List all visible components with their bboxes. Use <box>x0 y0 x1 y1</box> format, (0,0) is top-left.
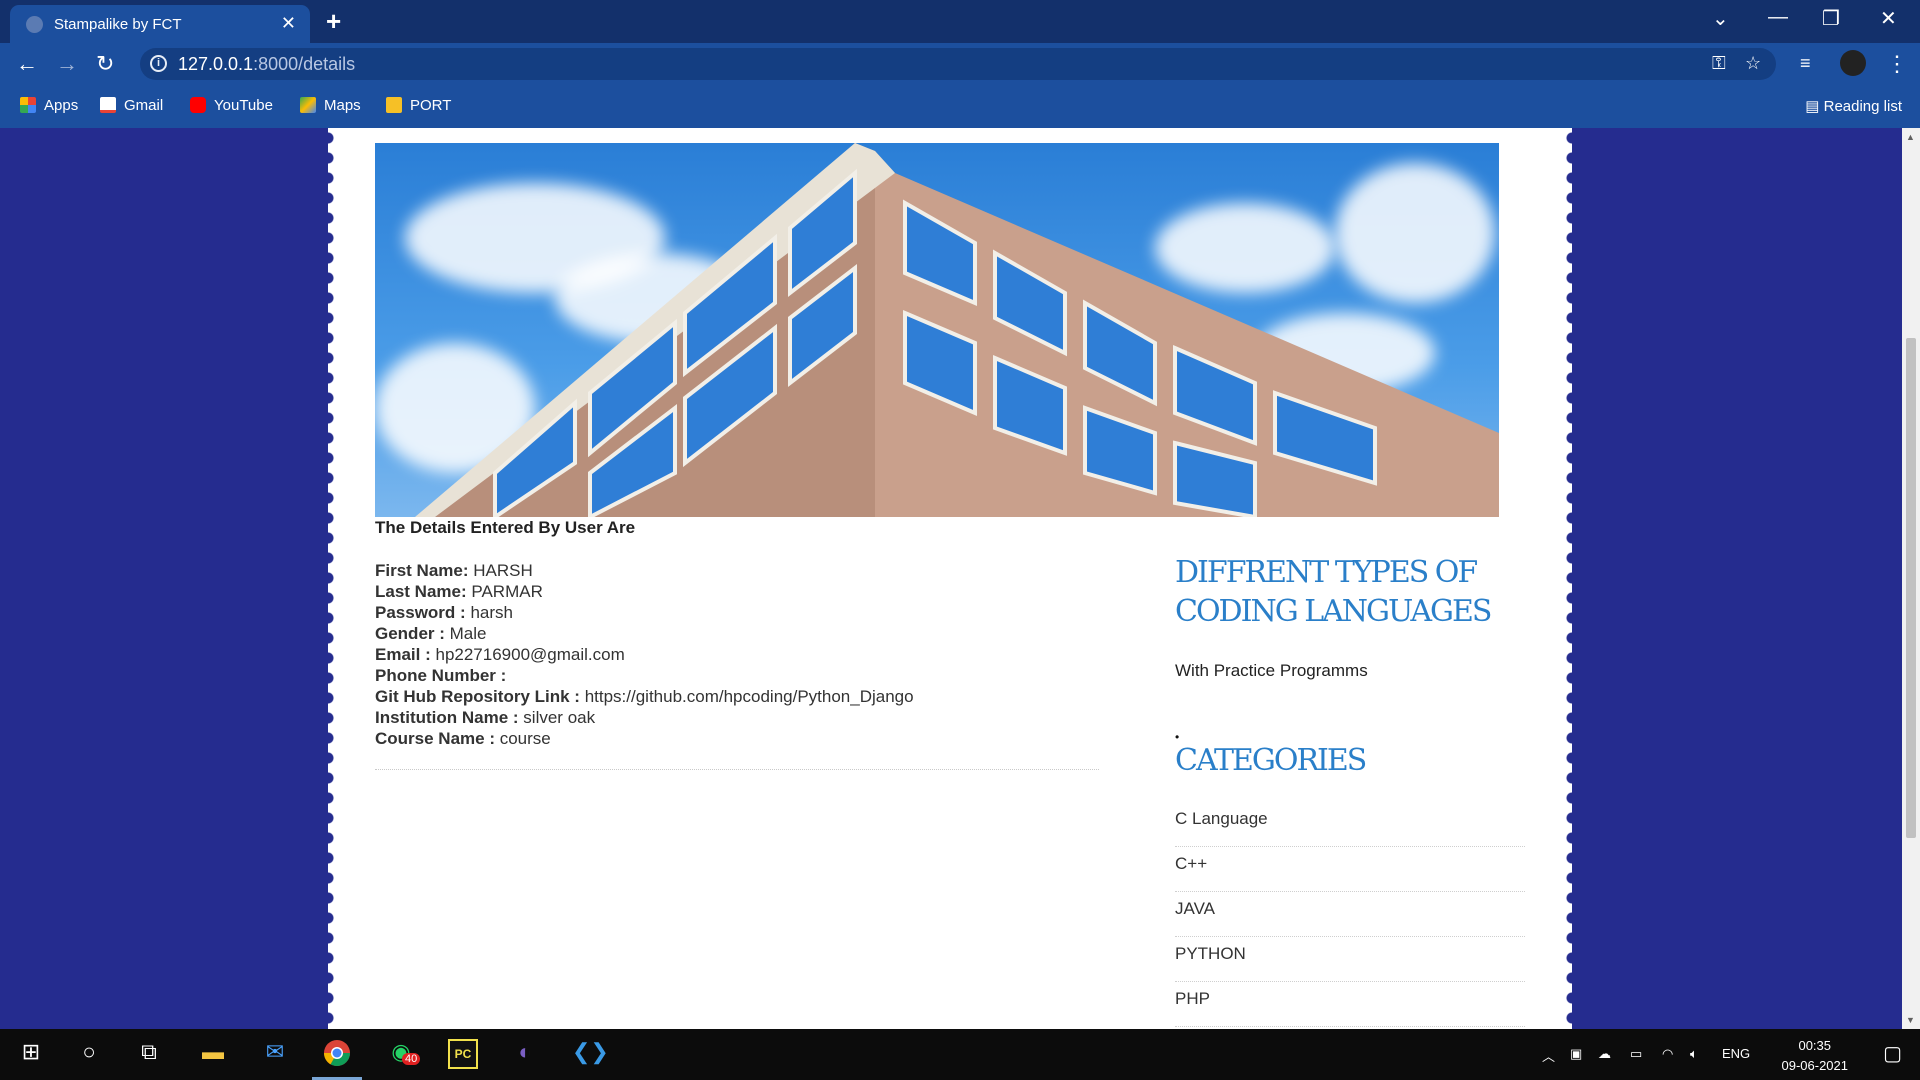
minimize-button[interactable]: — <box>1768 6 1788 29</box>
volume-icon[interactable]: 🔈︎ <box>1690 1046 1698 1062</box>
detail-row-gender: Gender : Male <box>375 624 487 643</box>
categories-title: CATEGORIES <box>1175 743 1367 778</box>
detail-row-first-name: First Name: HARSH <box>375 561 533 580</box>
maps-icon <box>300 97 316 113</box>
bullet: • <box>1175 730 1180 744</box>
bookmark-apps[interactable]: Apps <box>20 97 78 114</box>
youtube-icon <box>190 97 206 113</box>
details-heading: The Details Entered By User Are <box>375 518 636 537</box>
device-icon[interactable]: ▣ <box>1570 1046 1582 1062</box>
key-icon[interactable]: ⚿ <box>1712 53 1726 74</box>
reading-list-button[interactable]: ▤ Reading list <box>1805 97 1902 115</box>
browser-tabbar: Stampalike by FCT ✕ + ⌄ — ❐ ✕ <box>0 0 1920 43</box>
sidebar-title: DIFFRENT TYPES OF CODING LANGUAGES <box>1175 555 1492 629</box>
windows-start-icon[interactable]: ⊞ <box>16 1039 46 1069</box>
bookmark-youtube[interactable]: YouTube <box>190 97 273 114</box>
stamp-perforation-right <box>1566 128 1578 1029</box>
wifi-icon[interactable]: ◠ <box>1662 1046 1673 1062</box>
stamp-paper: The Details Entered By User Are First Na… <box>322 128 1578 1029</box>
detail-row-course: Course Name : course <box>375 729 551 748</box>
building-illustration <box>415 143 1499 517</box>
categories-list: C Language C++ JAVA PYTHON PHP <box>1175 802 1525 1027</box>
reload-icon[interactable]: ↻ <box>96 51 114 77</box>
user-details-section: The Details Entered By User Are First Na… <box>375 518 1115 770</box>
avatar[interactable] <box>1840 50 1866 76</box>
building-hero-image <box>375 143 1499 517</box>
detail-row-institution: Institution Name : silver oak <box>375 708 596 727</box>
clock-time: 00:35 <box>1798 1038 1832 1053</box>
details-divider <box>375 769 1099 770</box>
apps-grid-icon <box>20 97 36 113</box>
bookmark-gmail[interactable]: Gmail <box>100 97 163 114</box>
new-tab-button[interactable]: + <box>326 6 341 37</box>
info-icon[interactable]: i <box>150 55 167 72</box>
detail-row-github: Git Hub Repository Link : https://github… <box>375 687 914 706</box>
tab-title: Stampalike by FCT <box>54 16 182 33</box>
whatsapp-icon[interactable]: ◉ 40 <box>386 1039 421 1069</box>
close-icon[interactable]: ✕ <box>281 13 296 34</box>
browser-toolbar: ← → ↻ i 127.0.0.1:8000/details ⚿ ☆ ≡ ⋮ <box>0 43 1920 85</box>
address-bar[interactable]: i 127.0.0.1:8000/details ⚿ ☆ <box>140 48 1776 80</box>
chrome-icon[interactable] <box>312 1039 362 1080</box>
pycharm-icon[interactable]: PC <box>448 1039 478 1069</box>
bookmark-port[interactable]: PORT <box>386 97 451 114</box>
scrollbar-thumb[interactable] <box>1906 338 1916 838</box>
bookmark-maps[interactable]: Maps <box>300 97 361 114</box>
vscode-icon[interactable]: ❮❯ <box>572 1039 609 1069</box>
forward-icon[interactable]: → <box>56 51 78 77</box>
search-icon[interactable]: ○ <box>74 1039 104 1069</box>
restore-button[interactable]: ❐ <box>1822 6 1840 31</box>
browser-tab[interactable]: Stampalike by FCT ✕ <box>10 5 310 43</box>
windows-taskbar: ⊞ ○ ⧉ ▬ ✉ ◉ 40 PC ◐ ❮❯ ︿ ▣ ☁ ▭ ◠ 🔈︎ ENG 0… <box>0 1029 1920 1080</box>
onedrive-icon[interactable]: ☁ <box>1598 1046 1611 1062</box>
task-view-icon[interactable]: ⧉ <box>134 1039 164 1069</box>
page-scrollbar[interactable]: ▲ ▼ <box>1902 128 1920 1029</box>
url-text[interactable]: 127.0.0.1:8000/details <box>178 54 355 75</box>
star-icon[interactable]: ☆ <box>1745 53 1761 74</box>
mail-icon[interactable]: ✉ <box>260 1039 290 1069</box>
whatsapp-badge: 40 <box>402 1053 421 1065</box>
globe-icon <box>26 16 43 33</box>
tray-chevron-icon[interactable]: ︿ <box>1542 1046 1555 1065</box>
sidebar-subtitle: With Practice Programms <box>1175 661 1368 680</box>
category-php[interactable]: PHP <box>1175 982 1525 1027</box>
battery-icon[interactable]: ▭ <box>1630 1046 1642 1062</box>
close-window-button[interactable]: ✕ <box>1880 6 1897 31</box>
detail-row-last-name: Last Name: PARMAR <box>375 582 543 601</box>
page-viewport: The Details Entered By User Are First Na… <box>0 128 1902 1029</box>
category-python[interactable]: PYTHON <box>1175 937 1525 982</box>
notification-icon[interactable]: ▢ <box>1883 1041 1902 1066</box>
detail-row-password: Password : harsh <box>375 603 513 622</box>
file-explorer-icon[interactable]: ▬ <box>198 1039 228 1069</box>
clock-date: 09-06-2021 <box>1781 1058 1849 1073</box>
detail-row-email: Email : hp22716900@gmail.com <box>375 645 625 664</box>
tab-search-icon[interactable]: ⌄ <box>1712 6 1729 31</box>
reading-list-icon: ▤ <box>1805 98 1824 115</box>
menu-icon[interactable]: ⋮ <box>1886 51 1908 77</box>
folder-icon <box>386 97 402 113</box>
category-java[interactable]: JAVA <box>1175 892 1525 937</box>
gmail-icon <box>100 97 116 113</box>
media-icon[interactable]: ≡ <box>1800 53 1811 74</box>
bookmarks-bar: Apps Gmail YouTube Maps PORT ▤ Reading l… <box>0 85 1920 128</box>
sidebar: DIFFRENT TYPES OF CODING LANGUAGES With … <box>1175 553 1525 1027</box>
scroll-down-icon[interactable]: ▼ <box>1906 1015 1915 1025</box>
category-cpp[interactable]: C++ <box>1175 847 1525 892</box>
language-indicator[interactable]: ENG <box>1722 1046 1750 1061</box>
detail-row-phone: Phone Number : <box>375 666 507 685</box>
eclipse-icon[interactable]: ◐ <box>510 1039 540 1069</box>
clock[interactable]: 00:35 09-06-2021 <box>1782 1036 1849 1076</box>
category-c-language[interactable]: C Language <box>1175 802 1525 847</box>
scroll-up-icon[interactable]: ▲ <box>1906 132 1915 142</box>
back-icon[interactable]: ← <box>16 51 38 77</box>
stamp-perforation-left <box>322 128 334 1029</box>
